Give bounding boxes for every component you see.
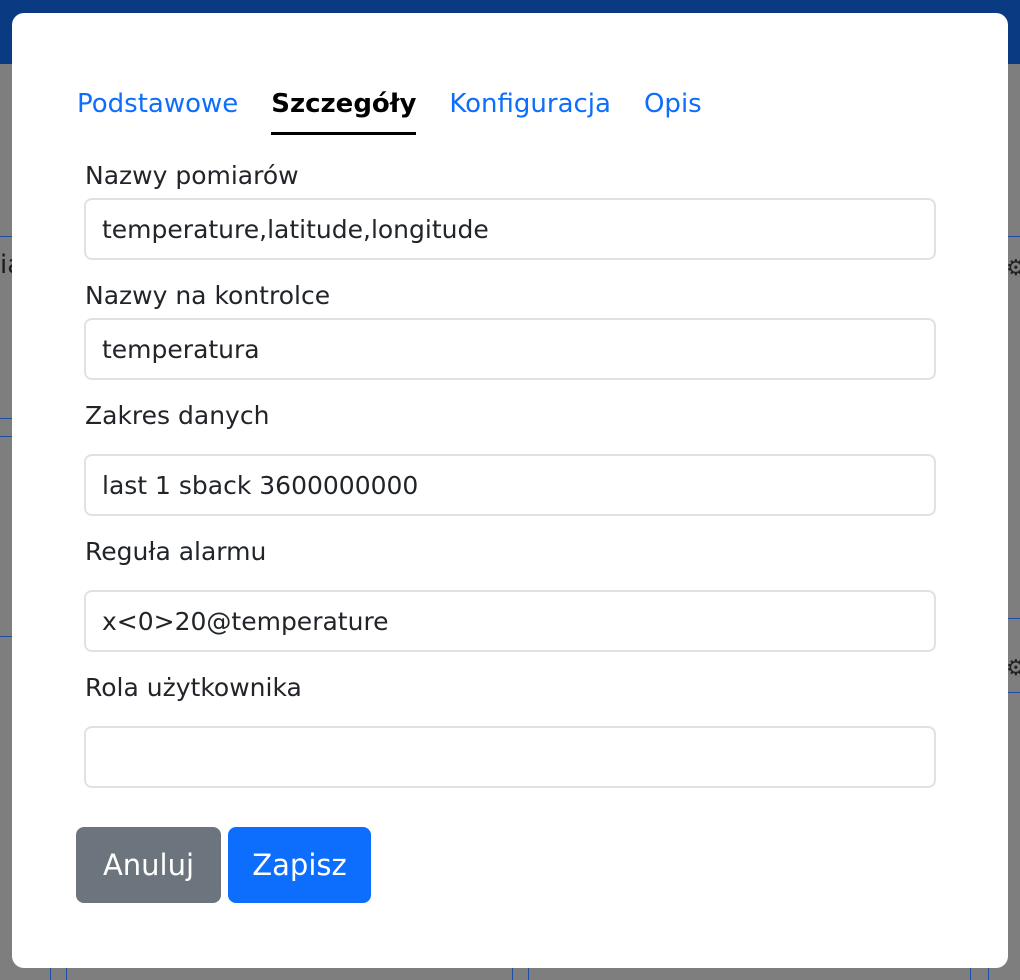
- widget-names-input[interactable]: [84, 318, 936, 380]
- save-button[interactable]: Zapisz: [228, 827, 371, 903]
- background-divider: [66, 968, 67, 980]
- tab-bar: Podstawowe Szczegóły Konfiguracja Opis: [77, 85, 735, 135]
- edit-modal: Podstawowe Szczegóły Konfiguracja Opis N…: [12, 13, 1008, 968]
- tab-opis[interactable]: Opis: [644, 85, 702, 123]
- background-divider: [1008, 236, 1020, 237]
- background-divider: [512, 968, 513, 980]
- gear-icon[interactable]: ⚙: [1006, 658, 1020, 680]
- background-divider: [0, 636, 12, 637]
- data-range-input[interactable]: [84, 454, 936, 516]
- user-role-input[interactable]: [84, 726, 936, 788]
- background-divider: [988, 968, 989, 980]
- tab-podstawowe[interactable]: Podstawowe: [77, 85, 238, 123]
- tab-konfiguracja[interactable]: Konfiguracja: [449, 85, 611, 123]
- user-role-label: Rola użytkownika: [85, 673, 302, 702]
- alarm-rule-input[interactable]: [84, 590, 936, 652]
- background-divider: [528, 968, 529, 980]
- measurement-names-input[interactable]: [84, 198, 936, 260]
- gear-icon[interactable]: ⚙: [1006, 258, 1020, 280]
- background-divider: [50, 968, 51, 980]
- tab-szczegoly[interactable]: Szczegóły: [271, 85, 417, 135]
- background-divider: [0, 236, 12, 237]
- background-divider: [0, 436, 12, 437]
- background-divider: [970, 968, 971, 980]
- measurement-names-label: Nazwy pomiarów: [85, 161, 299, 190]
- background-divider: [0, 418, 12, 419]
- data-range-label: Zakres danych: [85, 401, 270, 430]
- cancel-button[interactable]: Anuluj: [76, 827, 221, 903]
- background-divider: [1008, 618, 1020, 619]
- background-divider: [1008, 692, 1020, 693]
- widget-names-label: Nazwy na kontrolce: [85, 281, 331, 310]
- alarm-rule-label: Reguła alarmu: [85, 537, 267, 566]
